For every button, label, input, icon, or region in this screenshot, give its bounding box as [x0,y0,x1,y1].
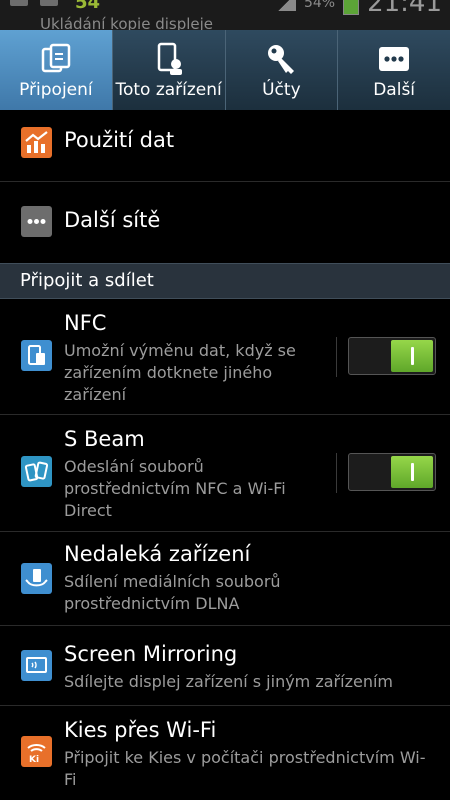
item-subtitle: Sdílejte displej zařízení s jiným zaříze… [64,672,393,691]
screen-mirroring-icon [21,650,52,681]
item-title: Další sítě [64,208,161,232]
battery-icon [343,0,360,15]
item-title: Použití dat [64,128,175,152]
list-item-nearby-devices[interactable]: Nedaleká zařízení Sdílení mediálních sou… [0,532,450,626]
item-title: S Beam [64,427,145,451]
tab-label: Účty [262,80,301,100]
item-subtitle: Připojit ke Kies v počítači prostřednict… [64,748,426,789]
tab-connections[interactable]: Připojení [0,30,113,110]
toggle-knob [391,456,433,488]
list-item-screen-mirroring[interactable]: Screen Mirroring Sdílejte displej zaříze… [0,626,450,706]
list-item-s-beam[interactable]: S Beam Odeslání souborů prostřednictvím … [0,415,450,532]
item-subtitle: Odeslání souborů prostřednictvím NFC a W… [64,457,286,520]
toggle-separator [336,453,337,493]
more-dots-icon [377,42,411,76]
list-item-data-usage[interactable]: Použití dat [0,110,450,182]
notification-icons [10,0,58,6]
key-icon [264,42,298,76]
more-networks-icon [21,206,52,237]
s-beam-icon [21,456,52,487]
data-usage-icon [21,127,52,158]
tab-accounts[interactable]: Účty [226,30,339,110]
battery-percent: 54% [303,0,336,11]
item-subtitle: Umožní výměnu dat, když se zařízením dot… [64,341,296,404]
tab-this-device[interactable]: Toto zařízení [113,30,226,110]
status-right-group: 54% 21:41 [275,0,442,18]
item-subtitle: Sdílení mediálních souborů prostřednictv… [64,572,281,613]
kies-wifi-icon: Ki [21,736,52,767]
tab-label: Další [373,80,416,100]
svg-text:Ki: Ki [29,755,39,764]
nfc-icon [21,340,52,371]
section-title: Připojit a sdílet [20,270,154,291]
tab-label: Toto zařízení [115,80,222,100]
clock: 21:41 [367,0,442,18]
nfc-toggle[interactable] [348,337,436,375]
item-title: Screen Mirroring [64,642,238,666]
tab-label: Připojení [19,80,93,100]
status-bar: 54 Ukládání kopie displeje 54% 21:41 [0,0,450,30]
notification-icon [10,0,28,6]
signal-icon [275,0,296,11]
section-header: Připojit a sdílet [0,263,450,299]
toggle-separator [336,337,337,377]
notification-text: Ukládání kopie displeje [40,15,214,30]
s-beam-toggle[interactable] [348,453,436,491]
device-icon [152,42,186,76]
tab-more[interactable]: Další [338,30,450,110]
list-item-more-networks[interactable]: Další sítě [0,182,450,263]
notification-icon [40,0,58,6]
nearby-devices-icon [21,563,52,594]
status-number: 54 [75,0,101,13]
item-title: Nedaleká zařízení [64,542,251,566]
list-item-kies-wifi[interactable]: Ki Kies přes Wi-Fi Připojit ke Kies v po… [0,706,450,800]
settings-tabs: Připojení Toto zařízení Účty Další [0,30,450,110]
list-item-nfc[interactable]: NFC Umožní výměnu dat, když se zařízením… [0,299,450,415]
item-title: NFC [64,311,107,335]
connections-icon [39,42,73,76]
item-title: Kies přes Wi-Fi [64,718,217,742]
toggle-knob [391,340,433,372]
